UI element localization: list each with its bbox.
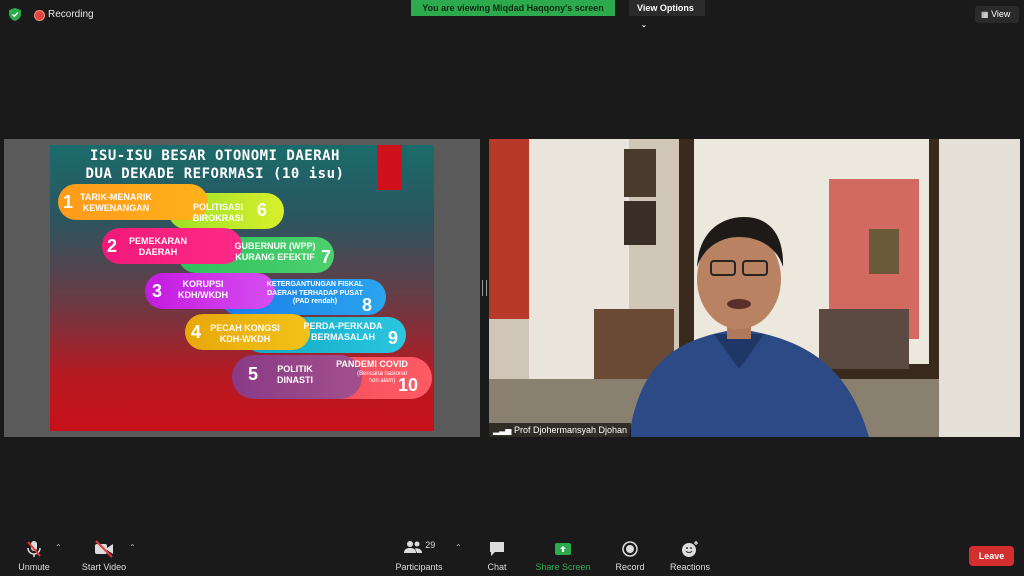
reactions-label: Reactions [669,562,711,572]
issue-number-1: 1 [63,192,74,212]
issue-number-7: 7 [321,247,332,267]
view-button[interactable]: ▦ View [975,6,1019,23]
issue-number-2: 2 [107,236,118,256]
issue-text-2: PEMEKARAN DAERAH [128,236,187,257]
audio-options-caret[interactable]: ⌃ [55,543,62,552]
participant-name: Prof Djohermansyah Djohan [513,425,628,435]
issue-number-6: 6 [257,200,268,220]
chevron-down-icon: ⌄ [641,22,647,29]
share-screen-icon [555,543,571,555]
reactions-icon [682,541,698,557]
issue-text-9: PERDA-PERKADA BERMASALAH [303,321,383,342]
record-button[interactable]: Record [612,540,648,572]
issue-text-4: PECAH KONGSI KDH-WKDH [210,323,280,344]
issue-text-10: PANDEMI COVID [336,359,408,369]
participants-options-caret[interactable]: ⌃ [455,543,462,552]
issue-number-9: 9 [388,328,399,348]
view-options-label: View Options [637,3,694,13]
issue-number-4: 4 [191,322,202,342]
signal-bars-icon: ▂▃▅ [493,426,512,435]
issue-text-5: POLITIK DINASTI [277,364,313,385]
reactions-button[interactable]: Reactions [668,540,712,572]
slide-red-corner [377,145,402,190]
participants-button[interactable]: 29 Participants [392,540,446,572]
issue-subtext-10: (Bencana nasional non alam) [357,371,407,384]
chat-label: Chat [487,562,507,572]
issue-text-7: GUBERNUR (WPP) KURANG EFEKTIF [234,241,316,262]
share-screen-label: Share Screen [535,562,591,572]
share-screen-button[interactable]: Share Screen [534,540,592,572]
start-video-button[interactable]: Start Video [78,540,130,572]
presentation-slide: ISU-ISU BESAR OTONOMI DAERAH DUA DEKADE … [50,145,434,431]
participants-count: 29 [425,540,436,550]
grid-view-icon: ▦ [981,10,989,19]
recording-label: Recording [48,9,94,20]
camera-off-icon [95,540,113,558]
issue-number-3: 3 [152,281,163,301]
chat-button[interactable]: Chat [482,540,512,572]
unmute-button[interactable]: Unmute [14,540,54,572]
viewing-screen-banner: You are viewing Miqdad Haqqony's screen [411,0,615,16]
view-label: View [991,9,1011,19]
issue-text-3: KORUPSI KDH/WKDH [178,279,228,300]
participant-name-tag: ▂▃▅ Prof Djohermansyah Djohan [489,423,632,437]
start-video-label: Start Video [81,562,127,572]
participant-video [489,139,1020,437]
video-options-caret[interactable]: ⌃ [129,543,136,552]
slide-title-line2: DUA DEKADE REFORMASI (10 isu) [85,166,345,182]
issue-number-5: 5 [248,364,259,384]
participants-label: Participants [395,562,443,572]
record-icon [622,541,638,557]
recording-icon [34,10,45,21]
leave-button[interactable]: Leave [969,546,1014,566]
unmute-label: Unmute [18,562,50,572]
chat-icon [490,542,504,556]
panel-resize-handle[interactable] [482,280,487,296]
microphone-muted-icon [27,541,41,557]
view-options-button[interactable]: View Options ⌄ [629,0,705,29]
issue-text-6: POLITISASI BIROKRASI [192,202,244,223]
video-feed-image [489,139,1020,437]
record-label: Record [615,562,645,572]
slide-title-line1: ISU-ISU BESAR OTONOMI DAERAH [89,148,340,164]
issue-text-8: KETERGANTUNGAN FISKAL DAERAH TERHADAP PU… [266,281,364,305]
issue-text-1: TARIK-MENARIK KEWENANGAN [80,192,152,213]
participants-icon [403,541,422,553]
security-shield-icon[interactable] [9,8,21,21]
